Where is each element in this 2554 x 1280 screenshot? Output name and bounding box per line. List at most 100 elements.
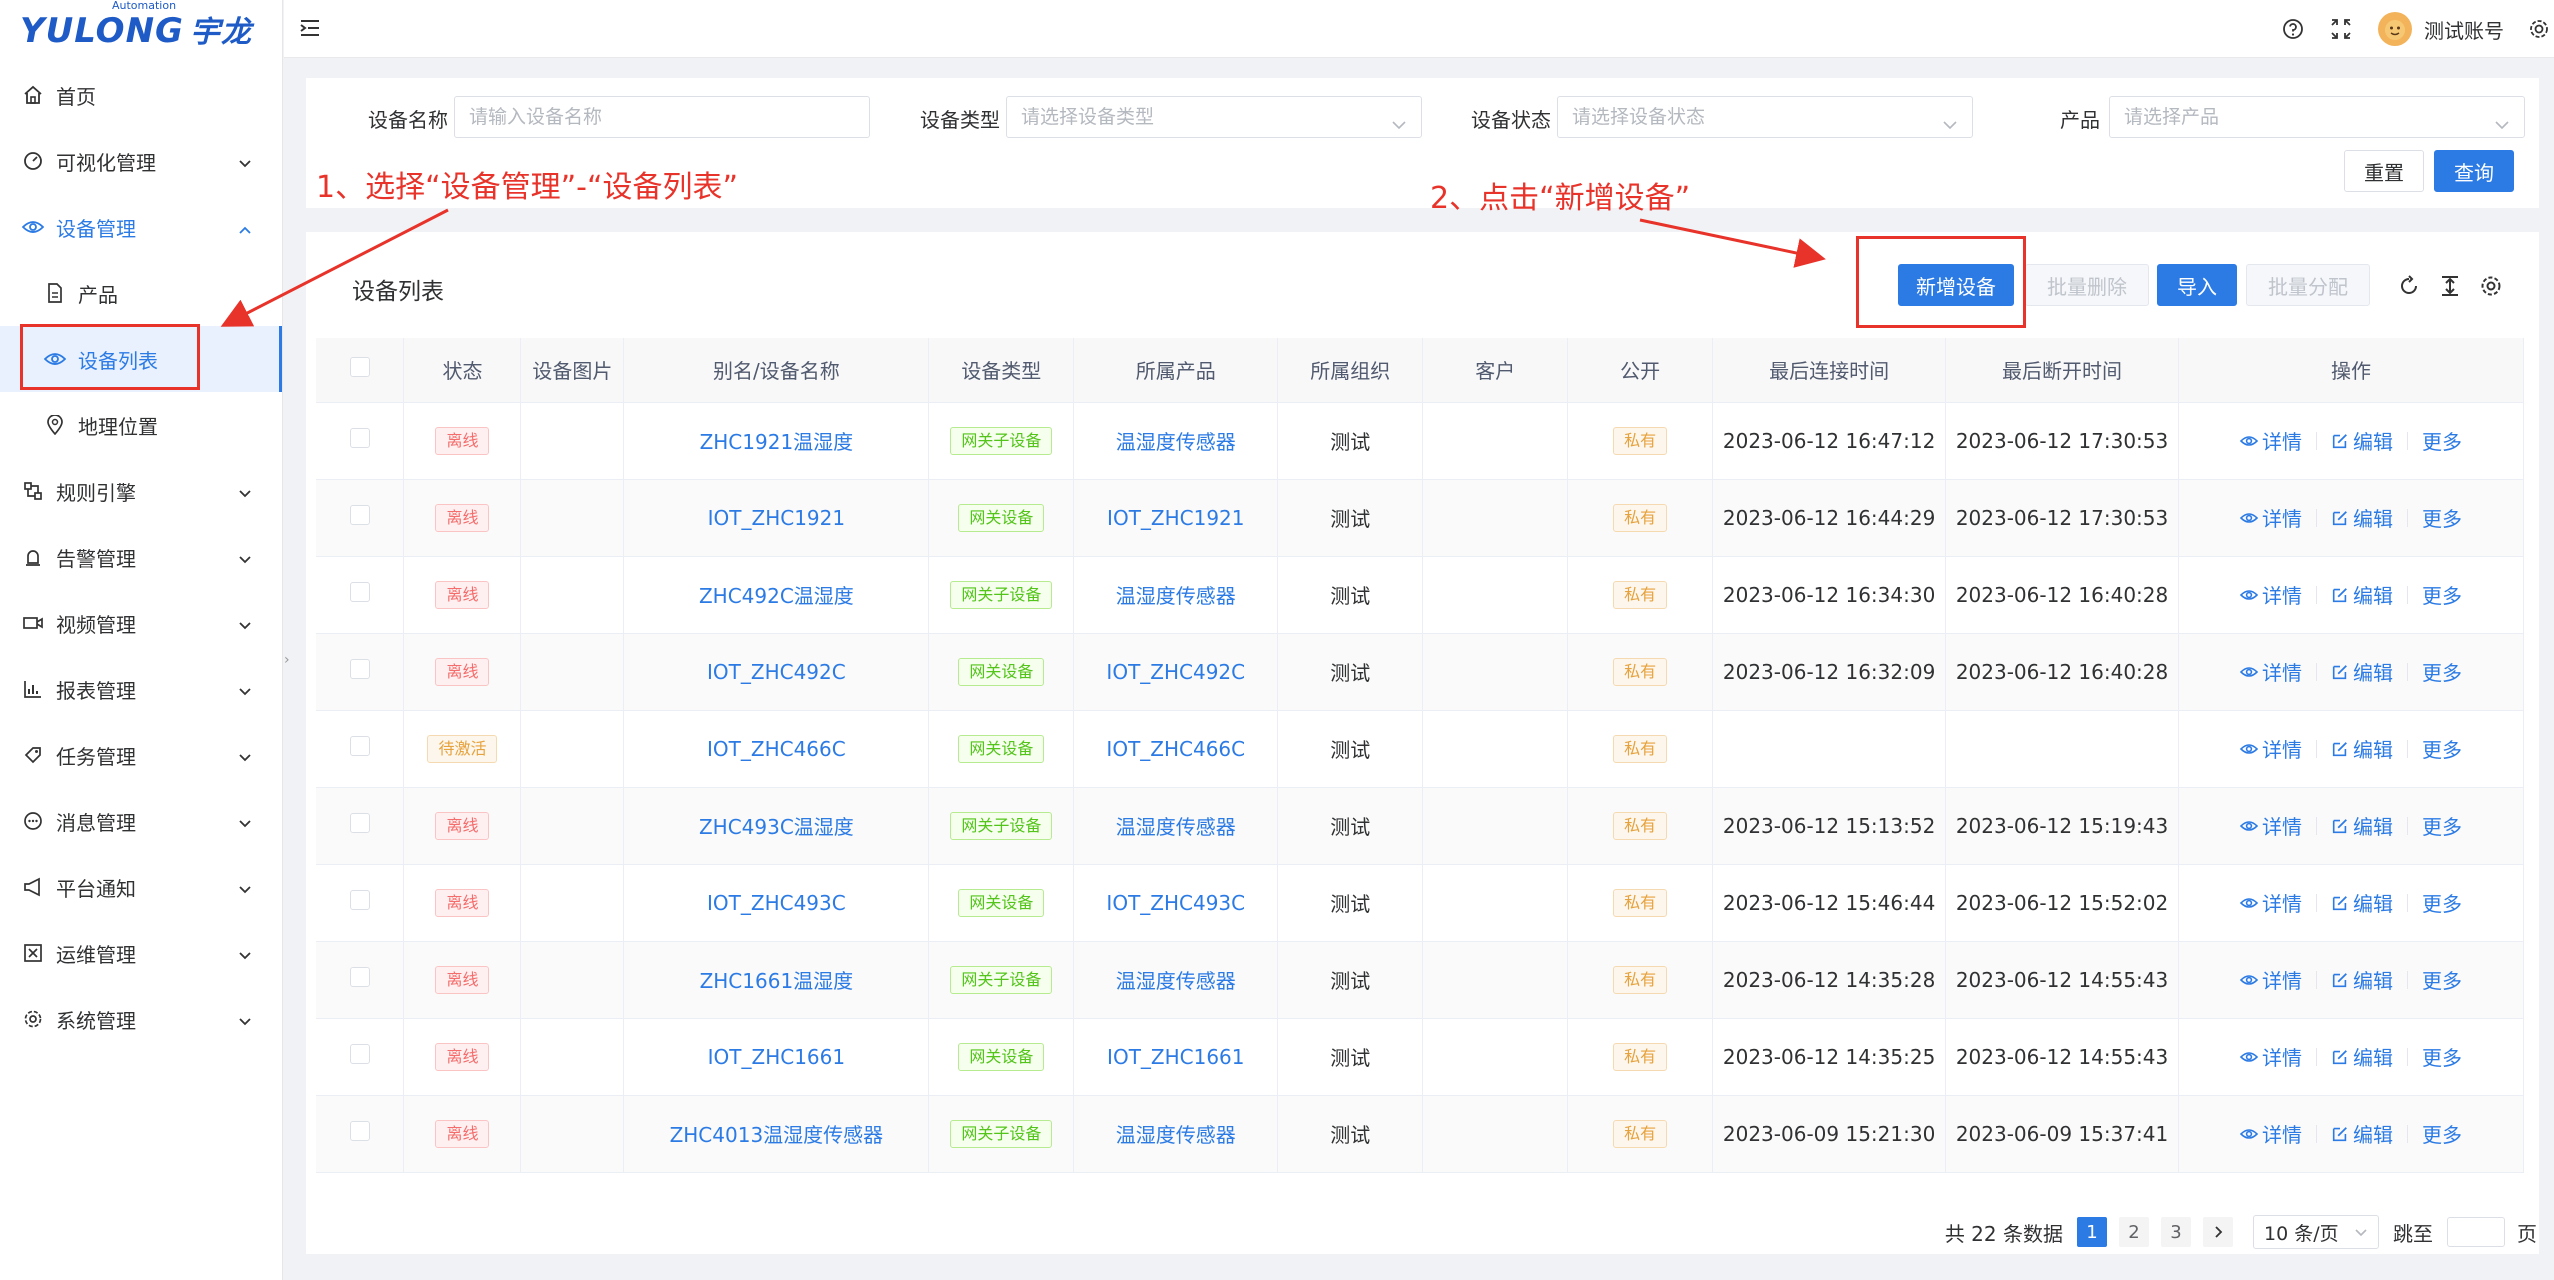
help-icon[interactable] — [2282, 18, 2304, 40]
more-button[interactable]: 更多 — [2422, 657, 2462, 686]
import-button[interactable]: 导入 — [2157, 264, 2237, 306]
row-checkbox[interactable] — [349, 1121, 370, 1141]
device-name-link[interactable]: ZHC1661温湿度 — [700, 969, 854, 993]
detail-button[interactable]: 详情 — [2240, 811, 2302, 840]
batch-assign-button[interactable]: 批量分配 — [2246, 264, 2370, 306]
device-name-link[interactable]: IOT_ZHC466C — [707, 737, 846, 761]
product-link[interactable]: 温湿度传感器 — [1116, 1123, 1236, 1147]
sidebar-item-product[interactable]: 产品 — [0, 260, 282, 326]
row-checkbox[interactable] — [349, 505, 370, 525]
column-header[interactable]: 状态 — [403, 338, 522, 403]
column-header[interactable]: 操作 — [2178, 338, 2524, 403]
avatar[interactable] — [2378, 12, 2412, 46]
more-button[interactable]: 更多 — [2422, 888, 2462, 917]
sidebar-item-rule-engine[interactable]: 规则引擎 — [0, 458, 282, 524]
sidebar-item-visualization[interactable]: 可视化管理 — [0, 128, 282, 194]
device-type-select[interactable]: 请选择设备类型 — [1006, 96, 1422, 138]
edit-button[interactable]: 编辑 — [2331, 811, 2393, 840]
column-header[interactable]: 设备图片 — [520, 338, 625, 403]
product-link[interactable]: IOT_ZHC492C — [1106, 660, 1245, 684]
edit-button[interactable]: 编辑 — [2331, 1119, 2393, 1148]
detail-button[interactable]: 详情 — [2240, 965, 2302, 994]
device-name-link[interactable]: ZHC492C温湿度 — [699, 584, 854, 608]
detail-button[interactable]: 详情 — [2240, 734, 2302, 763]
edit-button[interactable]: 编辑 — [2331, 734, 2393, 763]
edit-button[interactable]: 编辑 — [2331, 888, 2393, 917]
product-link[interactable]: IOT_ZHC1921 — [1107, 506, 1244, 530]
select-all-checkbox[interactable] — [349, 357, 370, 378]
sidebar-item-report[interactable]: 报表管理 — [0, 656, 282, 722]
sidebar-item-home[interactable]: 首页 — [0, 62, 282, 128]
edit-button[interactable]: 编辑 — [2331, 503, 2393, 532]
product-link[interactable]: 温湿度传感器 — [1116, 815, 1236, 839]
column-header[interactable]: 客户 — [1422, 338, 1569, 403]
detail-button[interactable]: 详情 — [2240, 657, 2302, 686]
sidebar-item-notice[interactable]: 平台通知 — [0, 854, 282, 920]
search-button[interactable]: 查询 — [2434, 150, 2514, 192]
username[interactable]: 测试账号 — [2424, 15, 2504, 44]
product-link[interactable]: IOT_ZHC1661 — [1107, 1045, 1244, 1069]
edit-button[interactable]: 编辑 — [2331, 1042, 2393, 1071]
device-name-link[interactable]: IOT_ZHC493C — [707, 891, 846, 915]
device-name-link[interactable]: IOT_ZHC1661 — [708, 1045, 845, 1069]
menu-fold-icon[interactable] — [298, 16, 322, 45]
more-button[interactable]: 更多 — [2422, 503, 2462, 532]
sidebar-item-task[interactable]: 任务管理 — [0, 722, 282, 788]
next-page-button[interactable] — [2203, 1217, 2233, 1247]
product-select[interactable]: 请选择产品 — [2109, 96, 2525, 138]
sidebar-item-system[interactable]: 系统管理 — [0, 986, 282, 1052]
device-name-link[interactable]: IOT_ZHC492C — [707, 660, 846, 684]
column-header[interactable]: 设备类型 — [928, 338, 1075, 403]
row-checkbox[interactable] — [349, 813, 370, 833]
page-button[interactable]: 3 — [2161, 1217, 2191, 1247]
page-button[interactable]: 2 — [2119, 1217, 2149, 1247]
row-checkbox[interactable] — [349, 428, 370, 448]
sidebar-item-ops[interactable]: 运维管理 — [0, 920, 282, 986]
edit-button[interactable]: 编辑 — [2331, 580, 2393, 609]
more-button[interactable]: 更多 — [2422, 811, 2462, 840]
column-header[interactable]: 最后连接时间 — [1712, 338, 1947, 403]
detail-button[interactable]: 详情 — [2240, 503, 2302, 532]
more-button[interactable]: 更多 — [2422, 734, 2462, 763]
detail-button[interactable]: 详情 — [2240, 888, 2302, 917]
row-checkbox[interactable] — [349, 736, 370, 756]
sidebar-item-video[interactable]: 视频管理 — [0, 590, 282, 656]
column-header[interactable]: 所属产品 — [1073, 338, 1279, 403]
device-name-link[interactable]: ZHC4013温湿度传感器 — [670, 1123, 884, 1147]
device-status-select[interactable]: 请选择设备状态 — [1557, 96, 1973, 138]
row-checkbox[interactable] — [349, 1044, 370, 1064]
page-size-select[interactable]: 10 条/页 — [2253, 1215, 2379, 1249]
more-button[interactable]: 更多 — [2422, 426, 2462, 455]
product-link[interactable]: 温湿度传感器 — [1116, 969, 1236, 993]
device-name-link[interactable]: IOT_ZHC1921 — [708, 506, 845, 530]
column-header[interactable]: 公开 — [1567, 338, 1714, 403]
sidebar-item-message[interactable]: 消息管理 — [0, 788, 282, 854]
sidebar-item-alarm[interactable]: 告警管理 — [0, 524, 282, 590]
column-header[interactable]: 最后断开时间 — [1945, 338, 2179, 403]
row-checkbox[interactable] — [349, 582, 370, 602]
detail-button[interactable]: 详情 — [2240, 1042, 2302, 1071]
page-button[interactable]: 1 — [2077, 1217, 2107, 1247]
more-button[interactable]: 更多 — [2422, 580, 2462, 609]
row-checkbox[interactable] — [349, 967, 370, 987]
more-button[interactable]: 更多 — [2422, 965, 2462, 994]
fullscreen-icon[interactable] — [2330, 18, 2352, 40]
column-header[interactable]: 别名/设备名称 — [623, 338, 930, 403]
table-settings-icon[interactable] — [2479, 274, 2503, 303]
edit-button[interactable]: 编辑 — [2331, 965, 2393, 994]
row-checkbox[interactable] — [349, 890, 370, 910]
detail-button[interactable]: 详情 — [2240, 1119, 2302, 1148]
product-link[interactable]: 温湿度传感器 — [1116, 430, 1236, 454]
refresh-icon[interactable] — [2397, 274, 2421, 303]
device-name-input[interactable]: 请输入设备名称 — [454, 96, 870, 138]
more-button[interactable]: 更多 — [2422, 1042, 2462, 1071]
row-checkbox[interactable] — [349, 659, 370, 679]
settings-icon[interactable] — [2528, 18, 2550, 40]
device-name-link[interactable]: ZHC1921温湿度 — [700, 430, 854, 454]
detail-button[interactable]: 详情 — [2240, 426, 2302, 455]
more-button[interactable]: 更多 — [2422, 1119, 2462, 1148]
product-link[interactable]: IOT_ZHC466C — [1106, 737, 1245, 761]
sidebar-item-device-management[interactable]: 设备管理 — [0, 194, 282, 260]
device-name-link[interactable]: ZHC493C温湿度 — [699, 815, 854, 839]
column-header[interactable]: 所属组织 — [1277, 338, 1424, 403]
